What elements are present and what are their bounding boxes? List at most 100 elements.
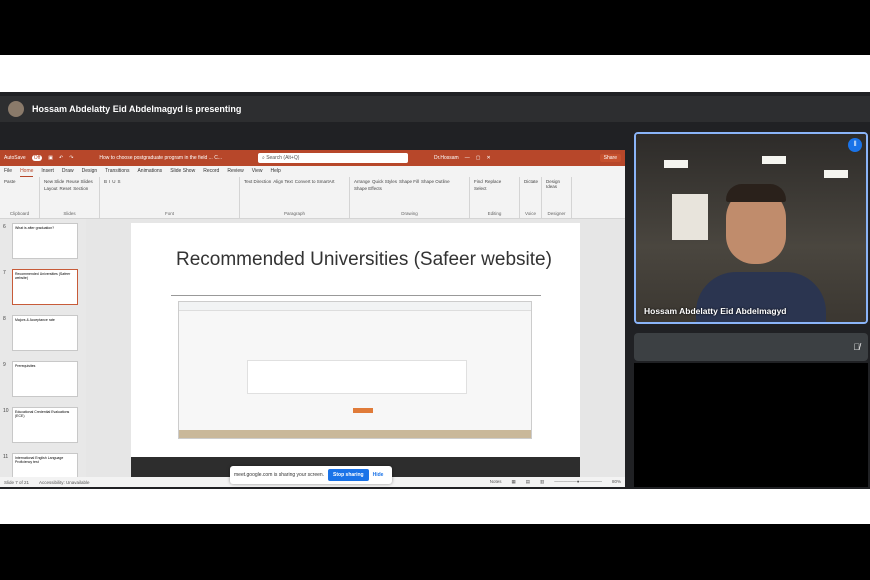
ribbon-convert-to-smartart-button[interactable]: Convert to SmartArt [295, 179, 335, 184]
presenting-banner: Hossam Abdelatty Eid Abdelmagyd is prese… [0, 96, 870, 122]
normal-view-icon[interactable]: ▦ [511, 479, 515, 485]
tab-home[interactable]: Home [20, 168, 34, 177]
slide-divider [171, 295, 541, 296]
ribbon-group-editing: Find Replace Select Editing [470, 177, 520, 218]
slide-counter: Slide 7 of 21 [4, 479, 30, 485]
tab-transitions[interactable]: Transitions [105, 168, 129, 177]
ribbon-select-button[interactable]: Select [474, 186, 487, 191]
save-icon[interactable]: ▣ [48, 155, 53, 161]
screenshot-form [247, 360, 467, 394]
ribbon-design-ideas-button[interactable]: Design Ideas [546, 179, 567, 189]
share-button[interactable]: Share [599, 154, 621, 162]
slide-thumbnail[interactable]: 7 Recommended Universities (Safeer websit… [3, 269, 78, 305]
slide-thumbnail[interactable]: 9 Prerequisites [3, 361, 78, 397]
ribbon-shape-effects-button[interactable]: Shape Effects [354, 186, 382, 191]
slide-canvas: Recommended Universities (Safeer website… [86, 219, 625, 477]
ribbon-layout-button[interactable]: Layout [44, 186, 58, 191]
speaking-indicator-icon: ⦀ [848, 138, 862, 152]
slide-thumbnail[interactable]: 10 Educational Credential Evaluations (EC… [3, 407, 78, 443]
ribbon-replace-button[interactable]: Replace [485, 179, 502, 184]
sorter-view-icon[interactable]: ▤ [526, 479, 530, 485]
ribbon-group-label: Editing [487, 211, 502, 216]
ribbon-reuse-slides-button[interactable]: Reuse Slides [66, 179, 93, 184]
zoom-slider[interactable]: —————●————— [554, 479, 602, 485]
thumbnail-title: What is after graduation? [15, 226, 55, 230]
slide-thumbnail[interactable]: 6 What is after graduation? [3, 223, 78, 259]
participant-name: Hossam Abdelatty Eid Abdelmagyd [644, 306, 787, 316]
ppt-title-bar: AutoSave Off ▣ ↶ ↷ How to choose postgra… [0, 150, 625, 166]
doc-title: How to choose postgraduate program in th… [99, 155, 222, 161]
redo-icon[interactable]: ↷ [69, 155, 73, 161]
tab-view[interactable]: View [252, 168, 263, 177]
ribbon-align-text-button[interactable]: Align Text [273, 179, 292, 184]
ribbon-group-clipboard: Paste Clipboard [0, 177, 40, 218]
ribbon-paste-button[interactable]: Paste [4, 179, 16, 184]
ribbon-shape-fill-button[interactable]: Shape Fill [399, 179, 419, 184]
ribbon-tabs: File Home Insert Draw Design Transitions Anima… [0, 166, 625, 177]
thumbnail-title: Recommended Universities (Safeer website… [15, 272, 71, 280]
accessibility-status[interactable]: Accessibility: Unavailable [39, 480, 90, 485]
slide-thumbnail[interactable]: 8 Majors & Acceptance rate [3, 315, 78, 351]
slide-title: Recommended Universities (Safeer website… [176, 249, 552, 270]
tab-design[interactable]: Design [82, 168, 98, 177]
self-tile[interactable]: 🎙̸ [634, 333, 868, 361]
ribbon-find-button[interactable]: Find [474, 179, 483, 184]
search-placeholder: Search (Alt+Q) [266, 155, 300, 161]
ceiling-light [664, 160, 688, 168]
ribbon-new-slide-button[interactable]: New Slide [44, 179, 64, 184]
search-box[interactable]: ⌕ Search (Alt+Q) [257, 153, 408, 163]
ribbon-reset-button[interactable]: Reset [60, 186, 72, 191]
tab-help[interactable]: Help [270, 168, 280, 177]
presenting-text: Hossam Abdelatty Eid Abdelmagyd is prese… [32, 104, 242, 114]
tab-insert[interactable]: Insert [41, 168, 54, 177]
tab-review[interactable]: Review [227, 168, 243, 177]
thumbnail-number: 6 [3, 224, 6, 230]
slide-thumbnail-pane: 6 What is after graduation? 7 Recommended U… [0, 219, 86, 487]
screenshot-taskbar [179, 430, 531, 438]
ribbon-s-button[interactable]: S [118, 179, 121, 184]
ribbon-section-button[interactable]: Section [73, 186, 88, 191]
thumbnail-title: Educational Credential Evaluations (ECE) [15, 410, 70, 418]
zoom-level[interactable]: 80% [612, 479, 621, 485]
tab-slide-show[interactable]: Slide Show [170, 168, 195, 177]
thumbnail-number: 8 [3, 316, 6, 322]
ribbon-text-direction-button[interactable]: Text Direction [244, 179, 271, 184]
undo-icon[interactable]: ↶ [59, 155, 63, 161]
mic-off-icon: 🎙̸ [853, 342, 860, 352]
tab-record[interactable]: Record [203, 168, 219, 177]
autosave-toggle[interactable]: Off [31, 155, 43, 161]
ribbon-shape-outline-button[interactable]: Shape Outline [421, 179, 450, 184]
tab-draw[interactable]: Draw [62, 168, 74, 177]
tab-file[interactable]: File [4, 168, 12, 177]
current-slide: Recommended Universities (Safeer website… [131, 223, 580, 457]
ribbon-quick-styles-button[interactable]: Quick Styles [372, 179, 397, 184]
ceiling-light [824, 170, 848, 178]
participant-tile[interactable]: ⦀ Hossam Abdelatty Eid Abdelmagyd [634, 132, 868, 324]
ribbon-group-label: Clipboard [9, 211, 30, 216]
thumbnail-title: Majors & Acceptance rate [15, 318, 55, 322]
letterbox-bottom [0, 524, 870, 580]
ribbon-group-designer: Design Ideas Designer [542, 177, 572, 218]
ribbon-group-voice: Dictate Voice [520, 177, 542, 218]
ribbon-b-button[interactable]: B [104, 179, 107, 184]
ribbon-u-button[interactable]: U [112, 179, 115, 184]
ribbon-arrange-button[interactable]: Arrange [354, 179, 370, 184]
notes-button[interactable]: Notes [490, 479, 502, 485]
close-icon[interactable]: ✕ [486, 155, 490, 161]
user-name[interactable]: Dr.Hossam [434, 155, 459, 161]
screenshot-browser-bar [179, 302, 531, 311]
tab-animations[interactable]: Animations [137, 168, 162, 177]
minimize-icon[interactable]: — [465, 155, 470, 161]
thumbnail-number: 10 [3, 408, 9, 414]
maximize-icon[interactable]: ▢ [476, 155, 481, 161]
hide-button[interactable]: Hide [373, 472, 384, 478]
stop-sharing-button[interactable]: Stop sharing [328, 469, 369, 481]
ribbon-i-button[interactable]: I [109, 179, 110, 184]
reading-view-icon[interactable]: ▥ [540, 479, 544, 485]
thumbnail-number: 9 [3, 362, 6, 368]
ribbon-dictate-button[interactable]: Dictate [524, 179, 538, 184]
autosave-label: AutoSave [4, 155, 26, 161]
ribbon-group-label: Drawing [401, 211, 418, 216]
letterbox-top [0, 0, 870, 55]
presenter-avatar [8, 101, 24, 117]
